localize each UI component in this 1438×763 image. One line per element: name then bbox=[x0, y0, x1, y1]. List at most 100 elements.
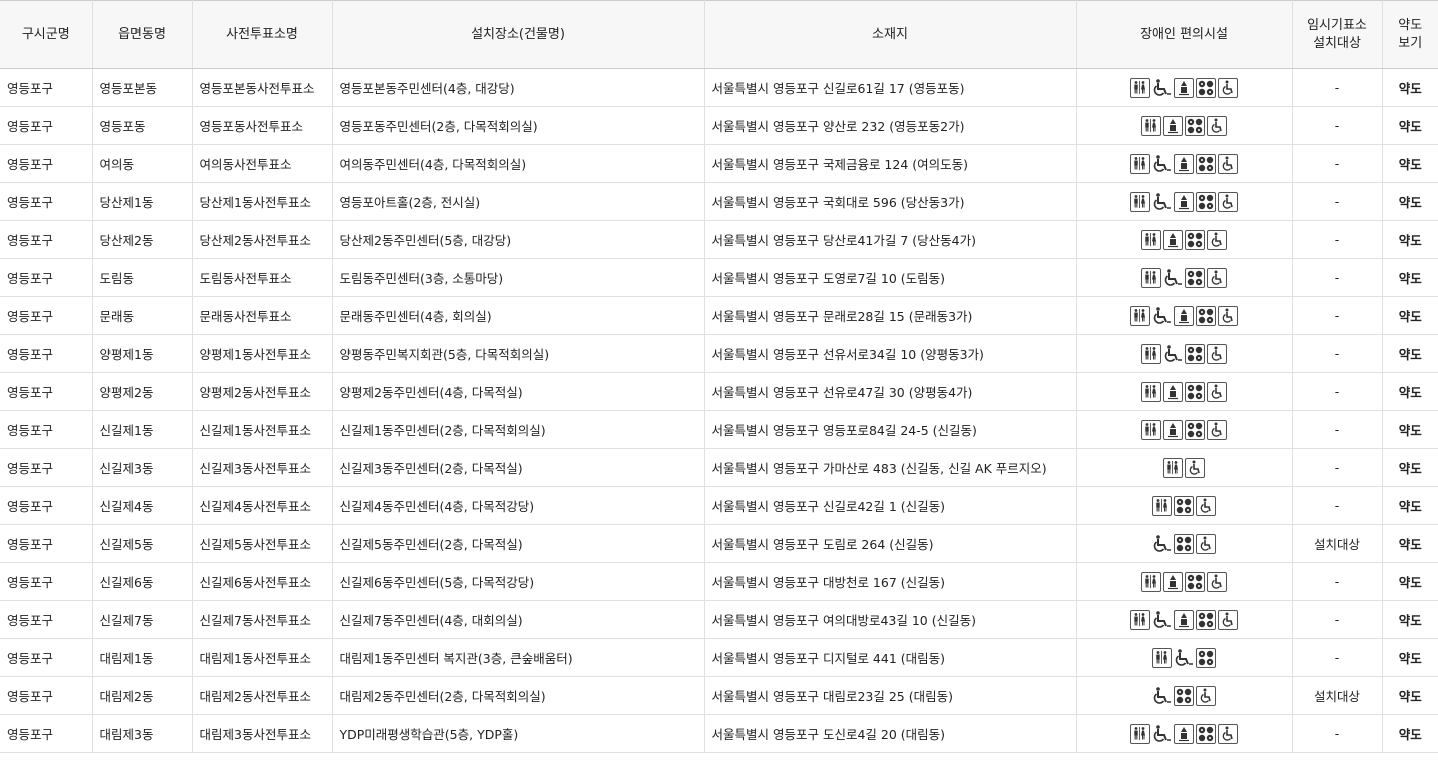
cell-gu: 영등포구 bbox=[0, 600, 92, 639]
cell-facilities bbox=[1075, 106, 1292, 145]
col-header-station: 사전투표소명 bbox=[191, 0, 333, 69]
cell-facilities bbox=[1075, 296, 1292, 335]
cell-gu: 영등포구 bbox=[0, 714, 92, 753]
cell-gu: 영등포구 bbox=[0, 524, 92, 563]
map-link[interactable]: 약도 bbox=[1381, 220, 1438, 259]
cell-temp-booth: - bbox=[1291, 106, 1382, 145]
map-link[interactable]: 약도 bbox=[1381, 676, 1438, 715]
braille-block-icon bbox=[1174, 533, 1194, 554]
elevator-icon bbox=[1174, 77, 1194, 98]
toilet-icon bbox=[1141, 419, 1161, 440]
cell-facilities bbox=[1075, 220, 1292, 259]
cell-temp-booth: - bbox=[1291, 220, 1382, 259]
map-link[interactable]: 약도 bbox=[1381, 714, 1438, 753]
wheelchair-icon bbox=[1152, 533, 1172, 554]
cell-gu: 영등포구 bbox=[0, 220, 92, 259]
cell-station: 당산제1동사전투표소 bbox=[191, 182, 332, 221]
cell-temp-booth: - bbox=[1291, 486, 1382, 525]
ramp-icon bbox=[1207, 343, 1227, 364]
cell-address: 서울특별시 영등포구 문래로28길 15 (문래동3가) bbox=[703, 296, 1076, 335]
map-link[interactable]: 약도 bbox=[1381, 144, 1438, 183]
ramp-icon bbox=[1218, 723, 1238, 744]
cell-place: 문래동주민센터(4층, 회의실) bbox=[331, 296, 704, 335]
cell-place: 신길제4동주민센터(4층, 다목적강당) bbox=[331, 486, 704, 525]
cell-address: 서울특별시 영등포구 양산로 232 (영등포동2가) bbox=[703, 106, 1076, 145]
cell-gu: 영등포구 bbox=[0, 144, 92, 183]
table-row: 영등포구 영등포동 영등포동사전투표소 영등포동주민센터(2층, 다목적회의실) 서울특… bbox=[0, 106, 1438, 145]
braille-block-icon bbox=[1174, 495, 1194, 516]
cell-address: 서울특별시 영등포구 신길로61길 17 (영등포동) bbox=[703, 68, 1076, 107]
cell-station: 대림제1동사전투표소 bbox=[191, 638, 332, 677]
map-link[interactable]: 약도 bbox=[1381, 524, 1438, 563]
toilet-icon bbox=[1141, 267, 1161, 288]
cell-place: 신길제3동주민센터(2층, 다목적실) bbox=[331, 448, 704, 487]
cell-gu: 영등포구 bbox=[0, 68, 92, 107]
polling-station-table: 구시군명 읍면동명 사전투표소명 설치장소(건물명) 소재지 장애인 편의시설 임시기표소 설… bbox=[0, 0, 1438, 753]
cell-facilities bbox=[1075, 68, 1292, 107]
cell-gu: 영등포구 bbox=[0, 372, 92, 411]
map-link[interactable]: 약도 bbox=[1381, 486, 1438, 525]
cell-temp-booth: 설치대상 bbox=[1291, 676, 1382, 715]
elevator-icon bbox=[1174, 609, 1194, 630]
cell-dong: 대림제1동 bbox=[91, 638, 192, 677]
map-link[interactable]: 약도 bbox=[1381, 334, 1438, 373]
cell-place: 양평동주민복지회관(5층, 다목적회의실) bbox=[331, 334, 704, 373]
map-link[interactable]: 약도 bbox=[1381, 258, 1438, 297]
cell-temp-booth: - bbox=[1291, 448, 1382, 487]
cell-place: 신길제7동주민센터(4층, 대회의실) bbox=[331, 600, 704, 639]
wheelchair-icon bbox=[1152, 191, 1172, 212]
elevator-icon bbox=[1163, 571, 1183, 592]
ramp-icon bbox=[1207, 115, 1227, 136]
map-link[interactable]: 약도 bbox=[1381, 106, 1438, 145]
braille-block-icon bbox=[1185, 381, 1205, 402]
cell-address: 서울특별시 영등포구 국회대로 596 (당산동3가) bbox=[703, 182, 1076, 221]
cell-temp-booth: - bbox=[1291, 562, 1382, 601]
wheelchair-icon bbox=[1174, 647, 1194, 668]
cell-gu: 영등포구 bbox=[0, 410, 92, 449]
toilet-icon bbox=[1130, 77, 1150, 98]
cell-station: 신길제1동사전투표소 bbox=[191, 410, 332, 449]
cell-facilities bbox=[1075, 334, 1292, 373]
map-link[interactable]: 약도 bbox=[1381, 448, 1438, 487]
toilet-icon bbox=[1130, 305, 1150, 326]
map-link[interactable]: 약도 bbox=[1381, 638, 1438, 677]
cell-facilities bbox=[1075, 372, 1292, 411]
ramp-icon bbox=[1207, 229, 1227, 250]
map-link[interactable]: 약도 bbox=[1381, 296, 1438, 335]
cell-address: 서울특별시 영등포구 선유로47길 30 (양평동4가) bbox=[703, 372, 1076, 411]
wheelchair-icon bbox=[1152, 77, 1172, 98]
table-row: 영등포구 대림제1동 대림제1동사전투표소 대림제1동주민센터 복지관(3층, 큰숲배… bbox=[0, 638, 1438, 677]
toilet-icon bbox=[1141, 381, 1161, 402]
map-link[interactable]: 약도 bbox=[1381, 600, 1438, 639]
table-row: 영등포구 신길제5동 신길제5동사전투표소 신길제5동주민센터(2층, 다목적실) 서울… bbox=[0, 524, 1438, 563]
col-header-map: 약도 보기 bbox=[1381, 0, 1438, 69]
map-link[interactable]: 약도 bbox=[1381, 562, 1438, 601]
cell-facilities bbox=[1075, 638, 1292, 677]
cell-temp-booth: - bbox=[1291, 296, 1382, 335]
toilet-icon bbox=[1141, 115, 1161, 136]
map-link[interactable]: 약도 bbox=[1381, 410, 1438, 449]
cell-address: 서울특별시 영등포구 영등포로84길 24-5 (신길동) bbox=[703, 410, 1076, 449]
ramp-icon bbox=[1196, 533, 1216, 554]
col-header-gu: 구시군명 bbox=[0, 0, 93, 69]
wheelchair-icon bbox=[1152, 609, 1172, 630]
cell-dong: 신길제1동 bbox=[91, 410, 192, 449]
map-link[interactable]: 약도 bbox=[1381, 182, 1438, 221]
cell-dong: 영등포본동 bbox=[91, 68, 192, 107]
cell-gu: 영등포구 bbox=[0, 296, 92, 335]
cell-place: 신길제5동주민센터(2층, 다목적실) bbox=[331, 524, 704, 563]
elevator-icon bbox=[1163, 115, 1183, 136]
wheelchair-icon bbox=[1163, 343, 1183, 364]
table-header-row: 구시군명 읍면동명 사전투표소명 설치장소(건물명) 소재지 장애인 편의시설 임시기표소 설… bbox=[0, 0, 1438, 69]
map-link[interactable]: 약도 bbox=[1381, 372, 1438, 411]
map-link[interactable]: 약도 bbox=[1381, 68, 1438, 107]
elevator-icon bbox=[1174, 723, 1194, 744]
cell-facilities bbox=[1075, 600, 1292, 639]
toilet-icon bbox=[1141, 343, 1161, 364]
cell-facilities bbox=[1075, 676, 1292, 715]
cell-place: 영등포동주민센터(2층, 다목적회의실) bbox=[331, 106, 704, 145]
ramp-icon bbox=[1218, 305, 1238, 326]
ramp-icon bbox=[1207, 571, 1227, 592]
cell-temp-booth: 설치대상 bbox=[1291, 524, 1382, 563]
cell-station: 문래동사전투표소 bbox=[191, 296, 332, 335]
